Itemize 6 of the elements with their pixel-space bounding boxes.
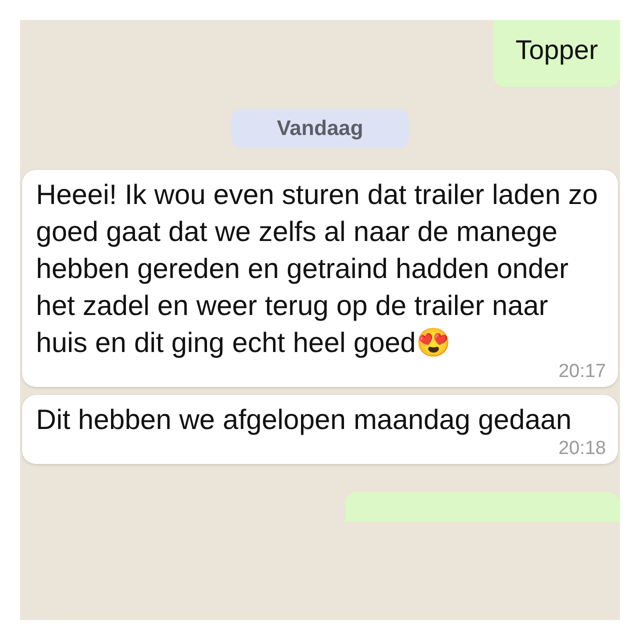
message-time: 20:18 <box>558 438 606 460</box>
message-text: Heeei! Ik wou even sturen dat trailer laden zo goed gaat dat we zelfs al naar de manege hebben gereden en getraind hadden onder het zadel en weer terug op de trailer naar huis en dit ging echt heel goed😍 <box>36 178 599 360</box>
message-bubble: Topper <box>493 20 620 86</box>
message-text: Dit hebben we afgelopen maandag gedaan <box>36 403 573 437</box>
date-label: Vandaag <box>230 108 410 148</box>
message-time: 20:17 <box>558 361 606 383</box>
